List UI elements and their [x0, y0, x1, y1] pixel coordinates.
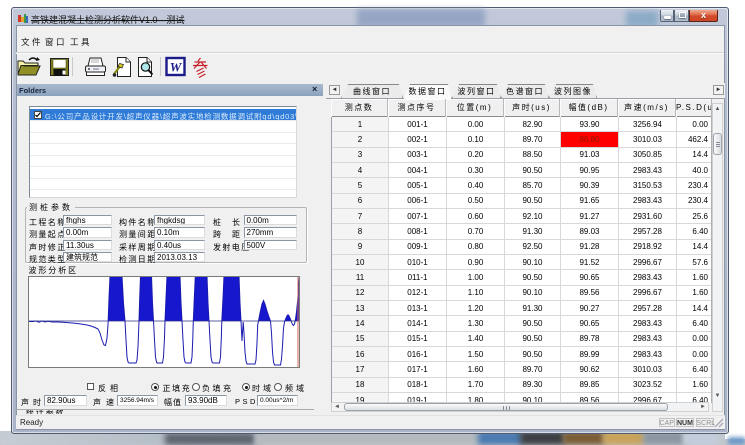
- svg-text:W: W: [170, 60, 183, 75]
